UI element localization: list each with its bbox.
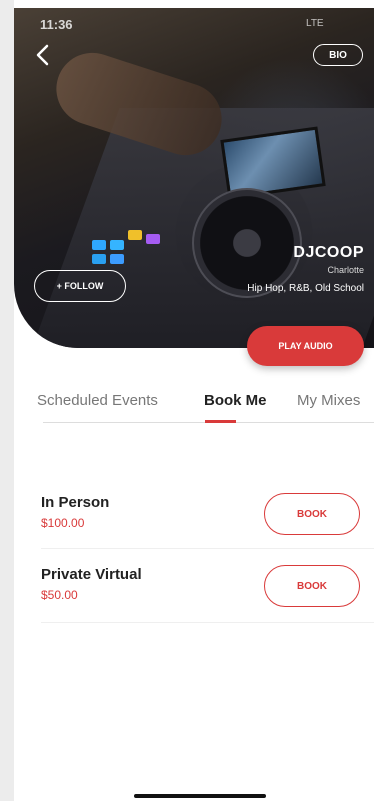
- pad-light: [92, 240, 106, 250]
- play-audio-button[interactable]: PLAY AUDIO: [247, 326, 364, 366]
- booking-price: $50.00: [41, 588, 78, 602]
- row-divider: [41, 548, 374, 549]
- book-button-private-virtual[interactable]: BOOK: [264, 565, 360, 607]
- profile-tabs: Scheduled Events Book Me My Mixes: [14, 382, 374, 424]
- chevron-left-icon: [36, 44, 49, 66]
- row-divider: [41, 622, 374, 623]
- home-indicator[interactable]: [134, 794, 266, 798]
- pad-light: [110, 240, 124, 250]
- active-tab-indicator: [205, 420, 236, 423]
- back-button[interactable]: [30, 40, 54, 70]
- dj-genres: Hip Hop, R&B, Old School: [247, 283, 364, 294]
- booking-title: In Person: [41, 494, 110, 511]
- booking-title: Private Virtual: [41, 566, 142, 583]
- tab-scheduled-events[interactable]: Scheduled Events: [37, 382, 158, 420]
- screen: 11:36 LTE BIO + FOLLOW DJCOOP Charlotte …: [0, 0, 374, 801]
- tab-my-mixes[interactable]: My Mixes: [297, 382, 360, 420]
- status-network: LTE: [306, 18, 324, 29]
- pad-light: [92, 254, 106, 264]
- booking-price: $100.00: [41, 516, 85, 530]
- follow-button[interactable]: + FOLLOW: [34, 270, 126, 302]
- jog-wheel-image: [192, 188, 302, 298]
- bio-button[interactable]: BIO: [313, 44, 363, 66]
- tab-book-me[interactable]: Book Me: [204, 382, 267, 420]
- dj-city: Charlotte: [327, 265, 364, 275]
- left-edge-strip: [0, 0, 14, 801]
- dj-name: DJCOOP: [293, 244, 364, 261]
- status-time: 11:36: [40, 17, 73, 32]
- pad-light: [128, 230, 142, 240]
- pad-light: [146, 234, 160, 244]
- book-button-in-person[interactable]: BOOK: [264, 493, 360, 535]
- pad-light: [110, 254, 124, 264]
